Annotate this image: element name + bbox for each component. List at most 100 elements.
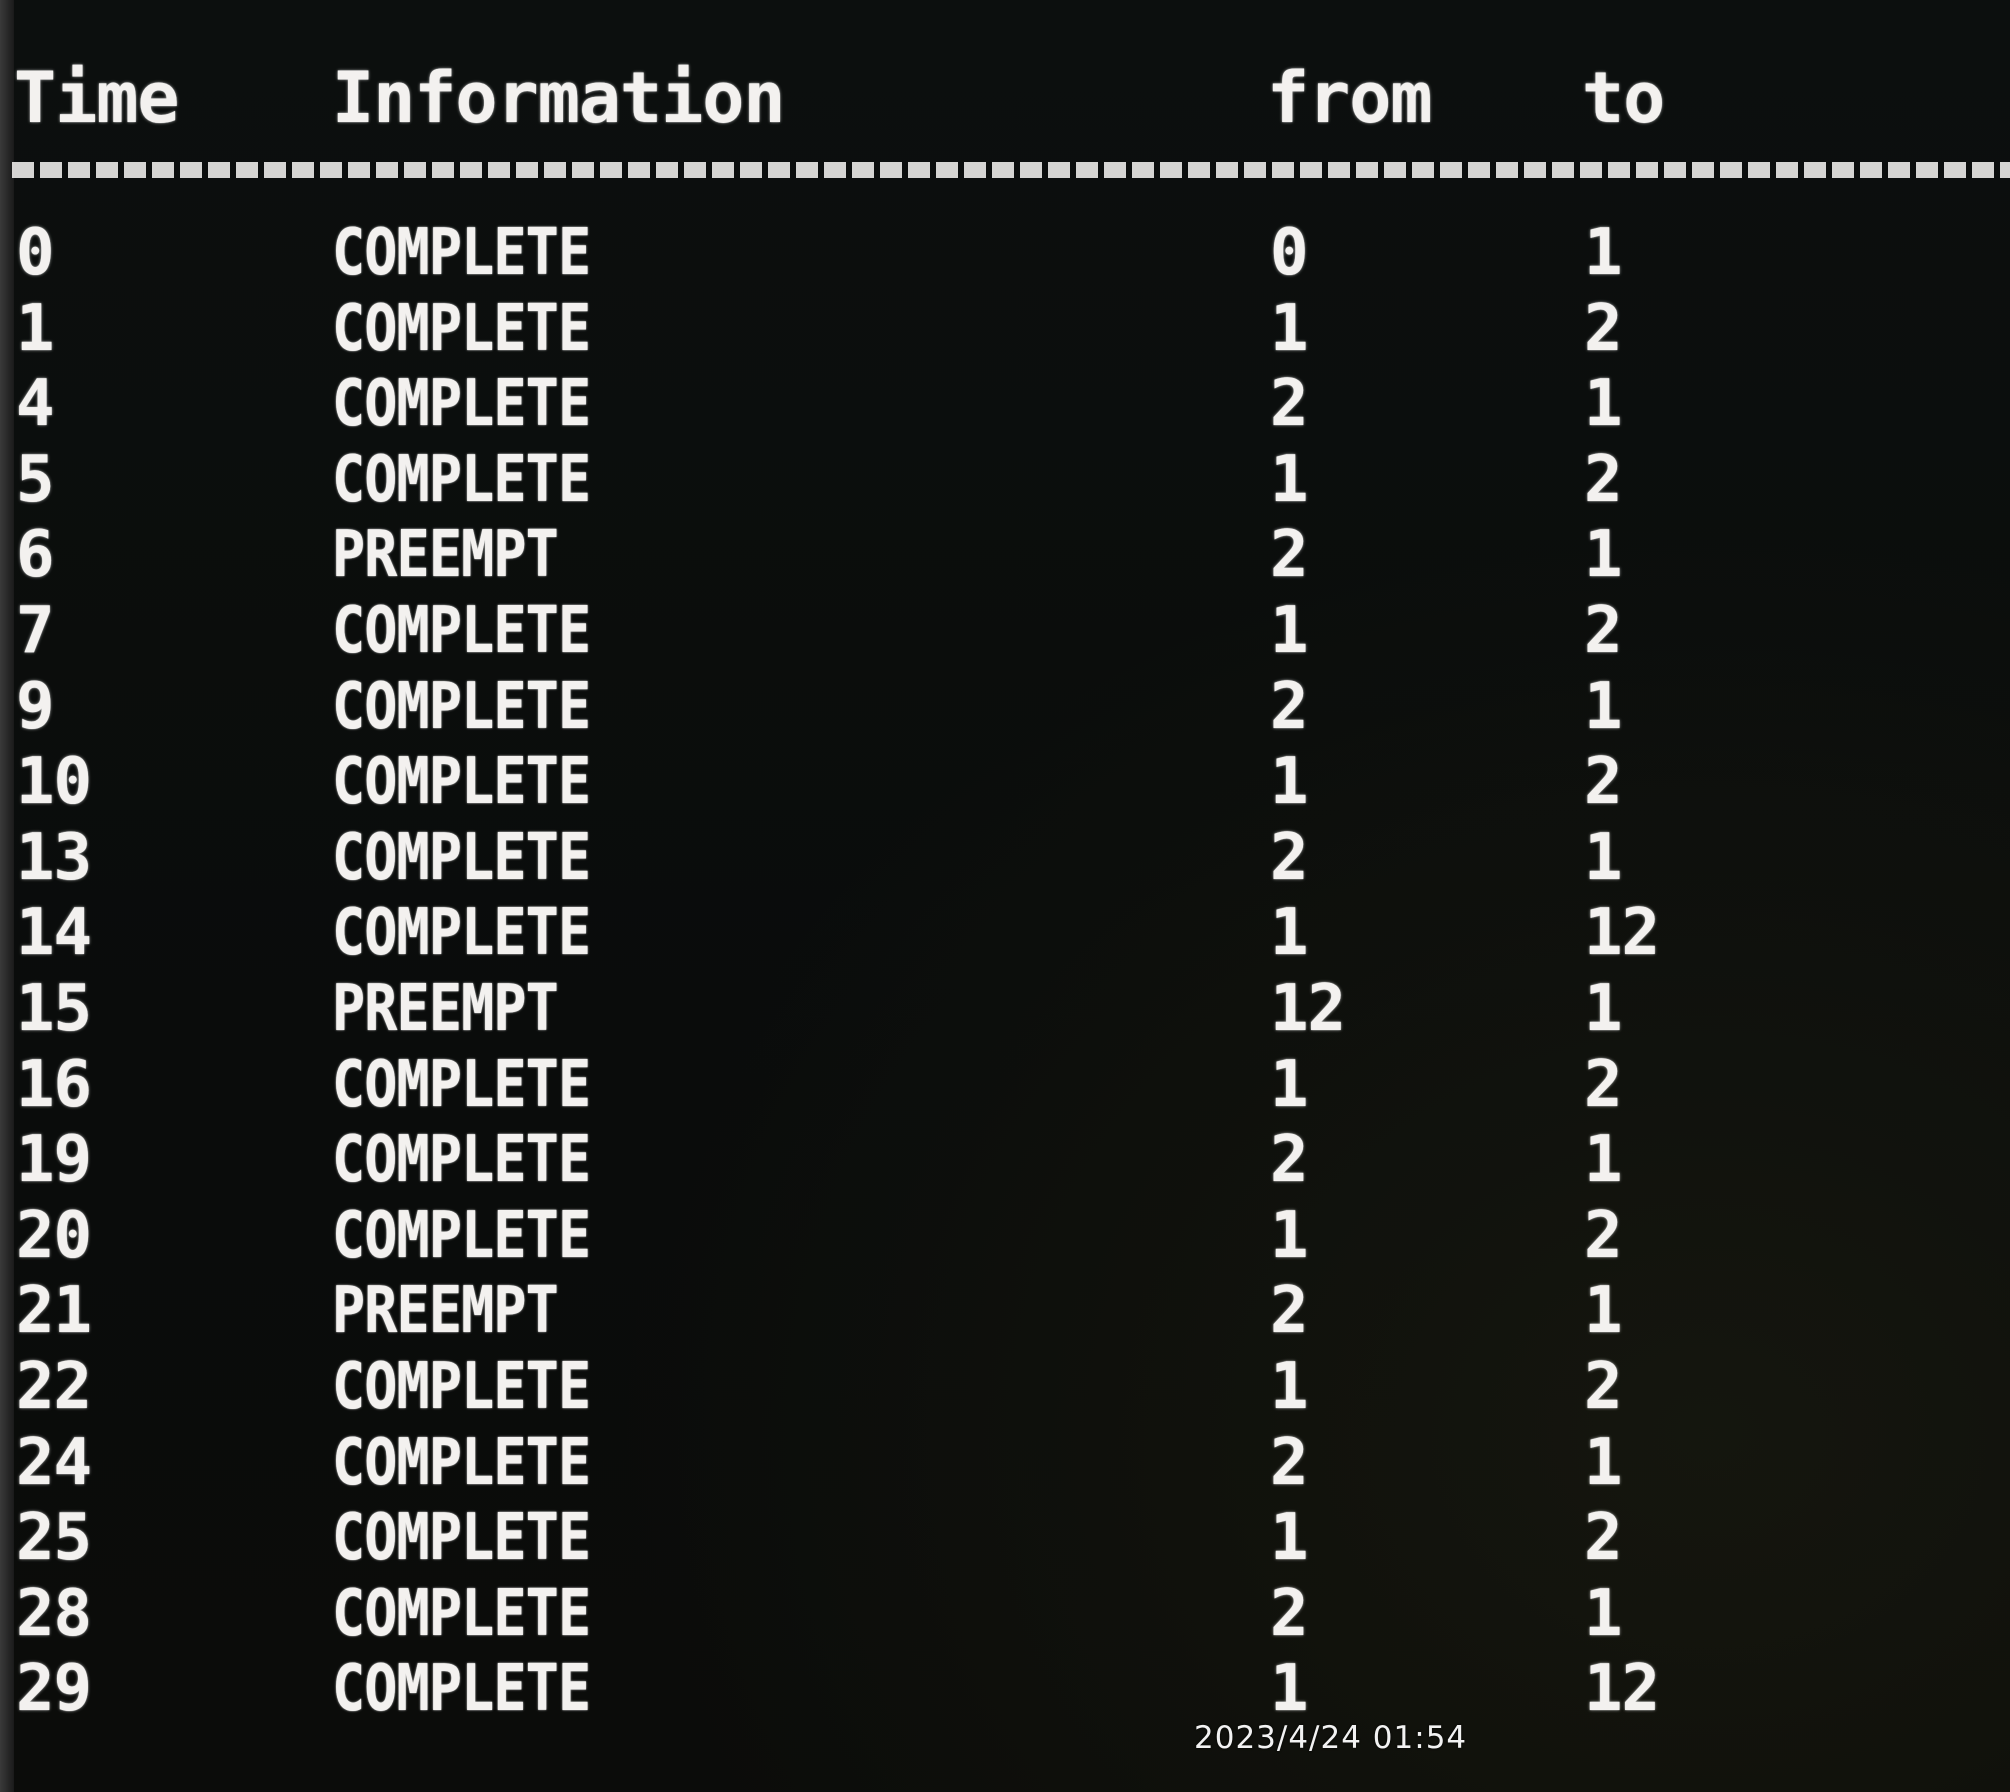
header-information: Information [332,57,786,139]
table-row: 1 COMPLETE 1 2 [12,292,2002,368]
cell-information: COMPLETE [332,1123,591,1198]
table-row: 9 COMPLETE 2 1 [12,670,2002,746]
cell-time: 10 [16,745,92,820]
cell-to: 1 [1584,518,1623,593]
dashed-divider [12,162,2010,178]
cell-to: 1 [1584,1123,1623,1198]
table-row: 24 COMPLETE 2 1 [12,1426,2002,1502]
cell-information: COMPLETE [332,669,591,744]
table-row: 21 PREEMPT 2 1 [12,1274,2002,1350]
cell-information: PREEMPT [332,1274,559,1349]
cell-from: 1 [1270,1047,1309,1122]
cell-time: 13 [16,820,92,895]
cell-to: 2 [1584,593,1623,668]
cell-time: 20 [16,1198,92,1273]
cell-to: 2 [1584,745,1623,820]
cell-time: 25 [16,1501,92,1576]
table-row: 29 COMPLETE 1 12 [12,1652,2002,1728]
cell-to: 2 [1584,442,1623,517]
cell-time: 5 [16,442,55,517]
cell-information: PREEMPT [332,518,559,593]
cell-from: 1 [1270,896,1309,971]
table-row: 25 COMPLETE 1 2 [12,1501,2002,1577]
table-row: 6 PREEMPT 2 1 [12,518,2002,594]
table-row: 5 COMPLETE 1 2 [12,443,2002,519]
cell-time: 6 [16,518,55,593]
cell-time: 0 [16,216,55,290]
cell-time: 1 [16,291,55,366]
table-row: 14 COMPLETE 1 12 [12,896,2002,972]
cell-time: 29 [16,1652,92,1727]
photo-timestamp: 2023/4/24 01:54 [1194,1720,1468,1756]
cell-information: COMPLETE [332,1652,591,1727]
table-row: 0 COMPLETE 0 1 [12,216,2002,292]
cell-information: COMPLETE [332,1576,591,1651]
monitor-screen: Time Information from to 0 COMPLETE 0 1 … [0,0,2010,1792]
table-row: 28 COMPLETE 2 1 [12,1577,2002,1653]
cell-information: COMPLETE [332,593,591,668]
cell-from: 2 [1270,669,1309,744]
cell-to: 2 [1584,291,1623,366]
cell-from: 0 [1270,216,1309,290]
cell-to: 1 [1584,971,1623,1046]
cell-information: COMPLETE [332,216,591,290]
table-row: 22 COMPLETE 1 2 [12,1350,2002,1426]
cell-from: 2 [1270,1274,1309,1349]
cell-to: 1 [1584,216,1623,290]
terminal-output: Time Information from to 0 COMPLETE 0 1 … [12,52,2010,1728]
cell-information: COMPLETE [332,745,591,820]
table-row: 13 COMPLETE 2 1 [12,821,2002,897]
table-row: 10 COMPLETE 1 2 [12,745,2002,821]
cell-information: COMPLETE [332,1425,591,1500]
cell-to: 2 [1584,1349,1623,1424]
cell-from: 2 [1270,1425,1309,1500]
cell-information: COMPLETE [332,367,591,442]
cell-information: COMPLETE [332,1047,591,1122]
cell-to: 1 [1584,1425,1623,1500]
cell-time: 22 [16,1349,92,1424]
cell-from: 1 [1270,593,1309,668]
cell-from: 2 [1270,1123,1309,1198]
table-row: 16 COMPLETE 1 2 [12,1048,2002,1124]
header-time: Time [14,57,180,139]
cell-information: COMPLETE [332,820,591,895]
table-body: 0 COMPLETE 0 1 1 COMPLETE 1 2 4 COMPLETE… [12,216,2002,1728]
table-row: 20 COMPLETE 1 2 [12,1199,2002,1275]
header-to: to [1582,57,1665,139]
cell-from: 12 [1270,971,1346,1046]
cell-time: 15 [16,971,92,1046]
cell-information: COMPLETE [332,1349,591,1424]
cell-from: 2 [1270,518,1309,593]
cell-time: 28 [16,1576,92,1651]
cell-to: 1 [1584,1576,1623,1651]
cell-time: 21 [16,1274,92,1349]
cell-information: COMPLETE [332,442,591,517]
cell-to: 2 [1584,1047,1623,1122]
cell-from: 1 [1270,291,1309,366]
cell-information: PREEMPT [332,971,559,1046]
cell-information: COMPLETE [332,1501,591,1576]
cell-from: 1 [1270,442,1309,517]
header-from: from [1267,57,1433,139]
cell-from: 1 [1270,1652,1309,1727]
cell-from: 2 [1270,1576,1309,1651]
table-row: 15 PREEMPT 12 1 [12,972,2002,1048]
cell-to: 1 [1584,367,1623,442]
cell-to: 2 [1584,1501,1623,1576]
cell-to: 1 [1584,669,1623,744]
cell-to: 12 [1584,896,1660,971]
cell-information: COMPLETE [332,1198,591,1273]
cell-from: 2 [1270,820,1309,895]
cell-to: 12 [1584,1652,1660,1727]
cell-from: 1 [1270,1349,1309,1424]
cell-from: 1 [1270,1501,1309,1576]
cell-information: COMPLETE [332,291,591,366]
cell-to: 1 [1584,820,1623,895]
cell-time: 4 [16,367,55,442]
cell-time: 24 [16,1425,92,1500]
cell-from: 1 [1270,745,1309,820]
cell-to: 1 [1584,1274,1623,1349]
cell-from: 1 [1270,1198,1309,1273]
cell-time: 9 [16,669,55,744]
cell-time: 19 [16,1123,92,1198]
